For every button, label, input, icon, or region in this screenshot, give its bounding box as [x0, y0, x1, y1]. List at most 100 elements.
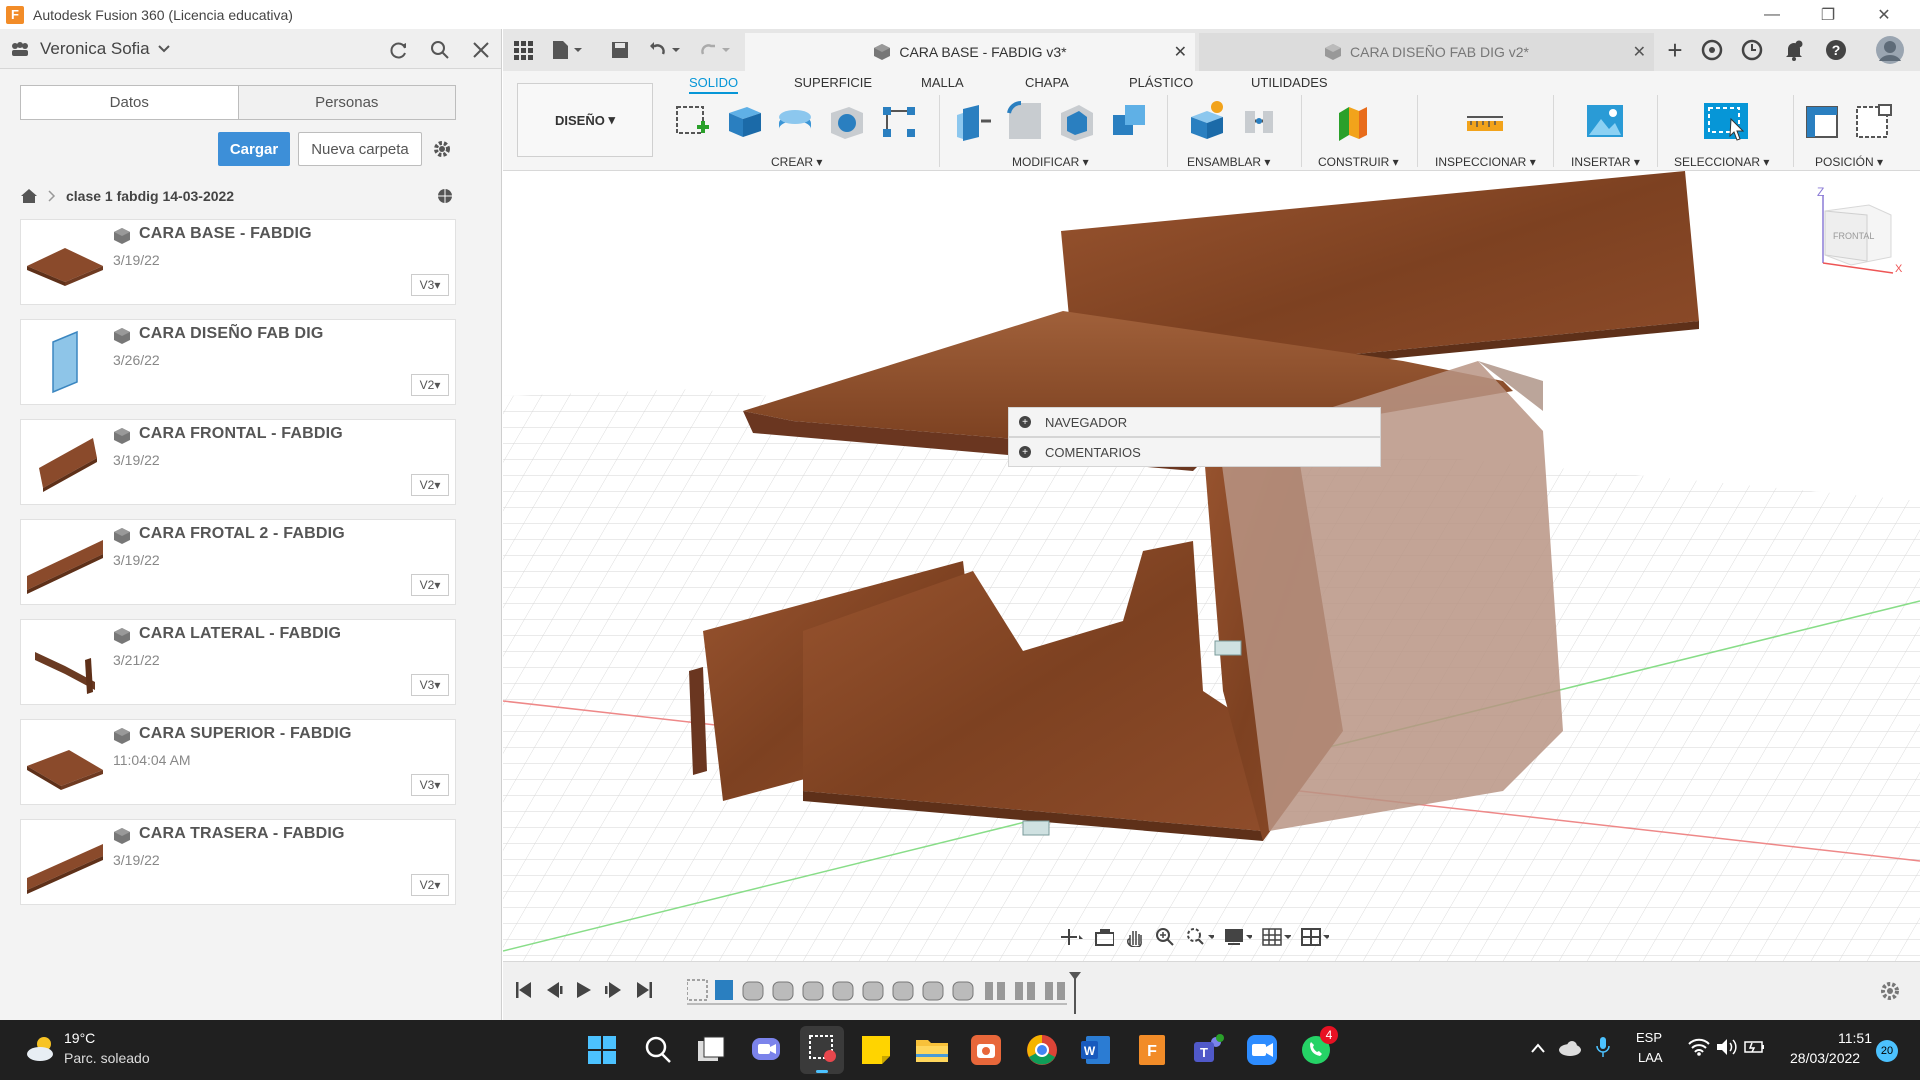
version-dropdown[interactable]: V2 ▾ [411, 374, 449, 396]
tab-chapa[interactable]: CHAPA [1025, 75, 1069, 90]
battery-icon[interactable] [1744, 1038, 1766, 1056]
extrude-icon[interactable] [725, 99, 765, 143]
timeline-features[interactable] [686, 976, 1077, 1006]
team-icon[interactable] [10, 41, 30, 57]
insert-image-icon[interactable] [1585, 99, 1625, 143]
go-to-start-icon[interactable] [515, 980, 533, 1000]
gear-icon[interactable] [432, 139, 452, 159]
wifi-icon[interactable] [1688, 1038, 1710, 1056]
tab-cara-diseno[interactable]: CARA DISEÑO FAB DIG v2* ✕ [1199, 33, 1654, 71]
apps-grid-icon[interactable] [513, 40, 533, 60]
fillet-icon[interactable] [1005, 99, 1045, 143]
onedrive-icon[interactable] [1558, 1038, 1582, 1056]
close-window-button[interactable]: ✕ [1856, 0, 1912, 29]
timeline-marker[interactable] [1067, 970, 1083, 1016]
list-item[interactable]: CARA SUPERIOR - FABDIG 11:04:04 AM V3 ▾ [20, 719, 456, 805]
group-seleccionar[interactable]: SELECCIONAR ▾ [1674, 155, 1769, 169]
orbit-icon[interactable] [1059, 927, 1084, 947]
search-icon[interactable] [427, 37, 453, 63]
canvas-viewport[interactable]: + NAVEGADOR + COMENTARIOS FRONTAL Z X [503, 171, 1920, 961]
version-dropdown[interactable]: V3 ▾ [411, 774, 449, 796]
microphone-icon[interactable] [1596, 1036, 1610, 1058]
new-component-icon[interactable] [1187, 99, 1227, 143]
list-item[interactable]: CARA BASE - FABDIG 3/19/22 V3 ▾ [20, 219, 456, 305]
version-dropdown[interactable]: V3 ▾ [411, 274, 449, 296]
group-inspeccionar[interactable]: INSPECCIONAR ▾ [1435, 155, 1536, 169]
rectangular-pattern-icon[interactable] [879, 99, 919, 143]
hole-icon[interactable] [827, 99, 867, 143]
notification-count-badge[interactable]: 20 [1876, 1040, 1898, 1062]
upload-button[interactable]: Cargar [218, 132, 290, 166]
version-dropdown[interactable]: V2 ▾ [411, 574, 449, 596]
group-posicion[interactable]: POSICIÓN ▾ [1815, 155, 1883, 169]
measure-icon[interactable] [1465, 99, 1505, 143]
joint-icon[interactable] [1239, 99, 1279, 143]
tab-personas[interactable]: Personas [237, 86, 455, 119]
combine-icon[interactable] [1109, 99, 1149, 143]
save-icon[interactable] [610, 40, 630, 60]
avatar[interactable] [1875, 35, 1905, 65]
tab-superficie[interactable]: SUPERFICIE [794, 75, 872, 90]
camera-app-icon[interactable] [968, 1032, 1004, 1068]
go-to-end-icon[interactable] [635, 980, 653, 1000]
timeline-settings-gear-icon[interactable] [1879, 980, 1901, 1002]
weather-icon[interactable] [26, 1034, 56, 1064]
group-insertar[interactable]: INSERTAR ▾ [1571, 155, 1640, 169]
group-modificar[interactable]: MODIFICAR ▾ [1012, 155, 1089, 169]
close-tab-icon[interactable]: ✕ [1633, 42, 1646, 62]
home-icon[interactable] [20, 188, 38, 204]
joint-marker[interactable] [1022, 820, 1050, 836]
chrome-icon[interactable] [1024, 1032, 1060, 1068]
grid-settings-icon[interactable] [1262, 927, 1291, 947]
revert-position-icon[interactable] [1855, 99, 1895, 143]
tab-datos[interactable]: Datos [21, 86, 238, 119]
version-dropdown[interactable]: V3 ▾ [411, 674, 449, 696]
press-pull-icon[interactable] [953, 99, 993, 143]
offset-plane-icon[interactable] [1333, 99, 1373, 143]
list-item[interactable]: CARA FROTAL 2 - FABDIG 3/19/22 V2 ▾ [20, 519, 456, 605]
step-back-icon[interactable] [545, 980, 563, 1000]
expand-icon[interactable]: + [1019, 416, 1031, 428]
group-construir[interactable]: CONSTRUIR ▾ [1318, 155, 1399, 169]
teams-icon[interactable]: T [1190, 1032, 1226, 1068]
volume-icon[interactable] [1716, 1038, 1738, 1056]
zoom-app-icon[interactable] [1244, 1032, 1280, 1068]
job-status-icon[interactable] [1741, 39, 1763, 61]
tab-malla[interactable]: MALLA [921, 75, 964, 90]
display-settings-icon[interactable] [1224, 927, 1253, 947]
list-item[interactable]: CARA DISEÑO FAB DIG 3/26/22 V2 ▾ [20, 319, 456, 405]
3d-model-scene[interactable] [503, 171, 1920, 961]
group-crear[interactable]: CREAR ▾ [771, 155, 822, 169]
select-icon[interactable] [1703, 99, 1749, 143]
expand-icon[interactable]: + [1019, 446, 1031, 458]
weather-desc[interactable]: Parc. soleado [64, 1050, 150, 1066]
globe-icon[interactable] [436, 187, 454, 205]
chevron-down-icon[interactable] [157, 44, 170, 54]
tab-plastico[interactable]: PLÁSTICO [1129, 75, 1193, 90]
weather-temp[interactable]: 19°C [64, 1030, 95, 1046]
pan-icon[interactable] [1124, 927, 1145, 947]
notifications-icon[interactable] [1783, 39, 1805, 61]
list-item[interactable]: CARA LATERAL - FABDIG 3/21/22 V3 ▾ [20, 619, 456, 705]
user-name[interactable]: Veronica Sofia [40, 39, 150, 59]
list-item[interactable]: CARA FRONTAL - FABDIG 3/19/22 V2 ▾ [20, 419, 456, 505]
new-tab-button[interactable]: + [1660, 35, 1690, 65]
tab-solido[interactable]: SOLIDO [689, 75, 739, 94]
minimize-button[interactable]: — [1744, 0, 1800, 29]
joint-marker[interactable] [1214, 640, 1242, 656]
viewports-icon[interactable] [1300, 927, 1329, 947]
show-hidden-icons-icon[interactable] [1530, 1042, 1546, 1054]
file-menu-icon[interactable] [551, 39, 583, 61]
group-ensamblar[interactable]: ENSAMBLAR ▾ [1187, 155, 1270, 169]
shell-icon[interactable] [1057, 99, 1097, 143]
word-icon[interactable]: W [1078, 1032, 1114, 1068]
look-at-icon[interactable] [1094, 927, 1115, 947]
language-sub[interactable]: LAA [1638, 1050, 1663, 1065]
file-explorer-icon[interactable] [914, 1032, 950, 1068]
close-tab-icon[interactable]: ✕ [1174, 42, 1187, 62]
step-forward-icon[interactable] [605, 980, 623, 1000]
restore-button[interactable]: ❐ [1800, 0, 1856, 29]
clock-time[interactable]: 11:51 [1838, 1030, 1872, 1046]
list-item[interactable]: CARA TRASERA - FABDIG 3/19/22 V2 ▾ [20, 819, 456, 905]
redo-icon[interactable] [699, 40, 731, 60]
